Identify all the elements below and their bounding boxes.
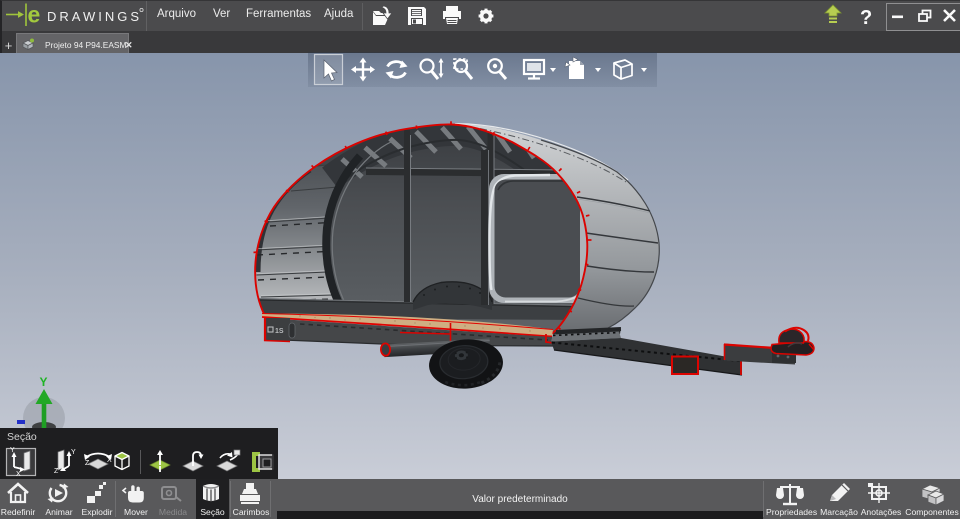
svg-text:1S: 1S [275,328,284,335]
svg-text:Y: Y [10,447,15,454]
svg-text:X: X [16,471,21,478]
svg-text:Y: Y [40,375,48,389]
svg-text:Z: Z [85,460,90,467]
svg-text:X: X [107,457,112,464]
svg-text:Z: Z [54,468,59,475]
svg-text:Y: Y [71,449,76,456]
